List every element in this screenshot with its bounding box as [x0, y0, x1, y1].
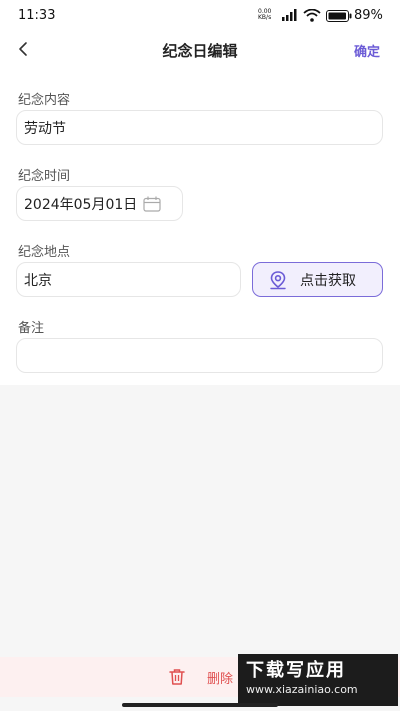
- date-value: 2024年05月01日: [24, 196, 138, 213]
- net-speed-unit: KB/s: [258, 14, 272, 21]
- form-panel: 11:33 0.00 KB/s 89% 纪念日编辑 确定 纪念内容 劳动节 纪念…: [0, 0, 400, 385]
- signal-icon: [282, 9, 297, 21]
- note-label: 备注: [18, 321, 45, 336]
- location-value: 北京: [24, 272, 52, 289]
- get-location-button[interactable]: 点击获取: [252, 262, 383, 297]
- time-label: 纪念时间: [18, 169, 71, 184]
- watermark-url: www.xiazainiao.com: [246, 683, 358, 696]
- nav-bar: 纪念日编辑 确定: [0, 32, 400, 66]
- content-value: 劳动节: [24, 120, 66, 137]
- content-label: 纪念内容: [18, 93, 71, 108]
- location-label: 纪念地点: [18, 245, 71, 260]
- trash-icon: [169, 669, 185, 685]
- date-picker[interactable]: 2024年05月01日: [16, 186, 183, 221]
- location-input[interactable]: 北京: [16, 262, 241, 297]
- page-title: 纪念日编辑: [162, 42, 238, 60]
- calendar-icon: [143, 196, 161, 212]
- watermark-title: 下载写应用: [246, 660, 346, 681]
- delete-label: 删除: [206, 671, 233, 687]
- note-input[interactable]: [16, 338, 383, 373]
- get-location-label: 点击获取: [300, 272, 356, 289]
- content-input[interactable]: 劳动节: [16, 110, 383, 145]
- location-pin-icon: [270, 270, 286, 289]
- status-time: 11:33: [18, 8, 56, 23]
- watermark: 下载写应用 www.xiazainiao.com: [238, 654, 398, 706]
- battery-icon: [326, 10, 352, 22]
- confirm-button[interactable]: 确定: [354, 41, 380, 60]
- home-indicator: [122, 703, 278, 707]
- wifi-icon: [303, 9, 321, 22]
- status-bar: 11:33 0.00 KB/s 89%: [0, 0, 400, 32]
- battery-percent: 89%: [354, 8, 383, 23]
- net-speed: 0.00 KB/s: [258, 9, 271, 21]
